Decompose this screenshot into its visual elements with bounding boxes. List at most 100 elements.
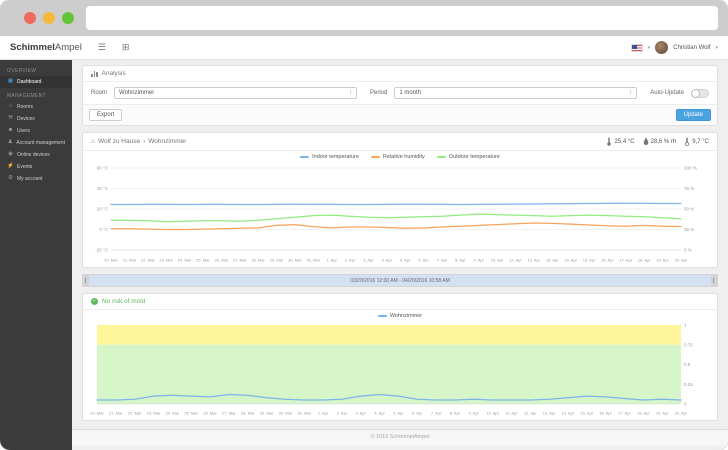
svg-text:-20 °C: -20 °C (95, 248, 109, 253)
svg-text:60 °C: 60 °C (97, 166, 109, 171)
svg-text:5. Apr: 5. Apr (393, 411, 404, 416)
legend-label: Outdoor temperature (448, 154, 500, 160)
sidebar-item-label: Account management (16, 140, 65, 146)
sidebar-item-rooms[interactable]: ⌂ Rooms (0, 101, 72, 113)
period-select[interactable]: 1 month ↕ (394, 87, 638, 99)
check-circle-icon: ✓ (91, 298, 98, 305)
auto-update-label: Auto-Update (650, 90, 684, 96)
sidebar-item-dashboard[interactable]: ▦ Dashboard (0, 76, 72, 88)
sidebar-item-label: Events (17, 164, 33, 170)
legend-label: Wohnzimmer (389, 313, 423, 319)
sidebar-section-label: MANAGEMENT (7, 93, 46, 99)
current-readings: 25,4 °C 28,6 % rh 9,7 °C (606, 137, 709, 146)
indoor-temp-stat: 25,4 °C (606, 137, 635, 146)
chart-canvas: 1 0.75 0.5 0.25 0 20. Mar 21. Mar 22. Mar 23. Ma… (90, 323, 693, 416)
svg-text:2. Apr: 2. Apr (337, 411, 348, 416)
legend-label: Relative humidity (382, 154, 425, 160)
legend-swatch (370, 156, 380, 158)
sidebar-item-label: My account (17, 176, 43, 182)
legend-swatch (436, 156, 446, 158)
apps-grid-icon[interactable]: ⊞ (122, 43, 130, 52)
svg-text:22. Mar: 22. Mar (141, 258, 155, 263)
sidebar-item-my-account[interactable]: ⚙ My account (0, 173, 72, 185)
sidebar-item-devices[interactable]: ⚒ Devices (0, 113, 72, 125)
export-button[interactable]: Export (89, 109, 123, 121)
svg-text:20. Apr: 20. Apr (675, 258, 688, 263)
legend-item[interactable]: Relative humidity (370, 154, 425, 160)
menu-toggle-icon[interactable]: ☰ (98, 43, 106, 52)
mold-panel-header: ✓ No risk of mold (83, 294, 717, 310)
select-stepper-icon: ↕ (348, 90, 352, 96)
close-window-button[interactable] (24, 12, 36, 24)
sidebar-item-users[interactable]: ☻ Users (0, 125, 72, 137)
svg-text:16. Apr: 16. Apr (599, 411, 612, 416)
auto-update-toggle[interactable] (691, 88, 709, 98)
svg-text:18. Apr: 18. Apr (637, 411, 650, 416)
indoor-temp-value: 25,4 °C (614, 138, 635, 145)
svg-text:16. Apr: 16. Apr (601, 258, 614, 263)
svg-text:2. Apr: 2. Apr (345, 258, 356, 263)
indoor-thermometer-icon (607, 137, 612, 146)
svg-text:75 %: 75 % (684, 186, 694, 191)
user-menu[interactable]: Christian Wolf (673, 45, 710, 51)
user-caret-icon[interactable]: ▾ (715, 45, 718, 51)
update-button[interactable]: Update (675, 109, 711, 121)
minimize-window-button[interactable] (43, 12, 55, 24)
analysis-title: Analysis (101, 70, 126, 77)
svg-text:17. Apr: 17. Apr (618, 411, 631, 416)
measurement-chart-panel: ⌂ Wolf zu Hause › Wohnzimmer 25,4 °C 28,… (82, 132, 718, 268)
humidity-stat: 28,6 % rh (643, 137, 676, 146)
brand-logo[interactable]: SchimmelAmpel (10, 42, 82, 53)
svg-text:26. Mar: 26. Mar (203, 411, 217, 416)
user-avatar[interactable] (655, 41, 669, 54)
legend-item[interactable]: Outdoor temperature (436, 154, 500, 160)
svg-text:20. Mar: 20. Mar (90, 411, 104, 416)
svg-text:1: 1 (684, 323, 687, 328)
sidebar-item-events[interactable]: ⚡ Events (0, 161, 72, 173)
breadcrumb-home[interactable]: Wolf zu Hause (98, 138, 140, 145)
sidebar-item-account-management[interactable]: ♟ Account management (0, 137, 72, 149)
svg-text:0 °C: 0 °C (99, 227, 109, 232)
svg-text:29. Mar: 29. Mar (260, 411, 274, 416)
svg-text:4. Apr: 4. Apr (374, 411, 385, 416)
sidebar-item-online-devices[interactable]: ◉ Online devices (0, 149, 72, 161)
browser-chrome (0, 0, 728, 36)
topbar-right: ▾ Christian Wolf ▾ (630, 41, 718, 54)
legend-item[interactable]: Indoor temperature (300, 154, 359, 160)
zoom-window-button[interactable] (62, 12, 74, 24)
page-footer: © 2015 SchimmelAmpel (72, 429, 728, 446)
address-bar[interactable] (86, 6, 718, 30)
room-label: Room (91, 90, 108, 96)
analysis-controls: Room Wohnzimmer ↕ Period 1 month ↕ Auto-… (83, 82, 717, 104)
navigator-left-handle[interactable] (83, 275, 89, 286)
sidebar-section-label: OVERVIEW (7, 68, 37, 74)
language-caret-icon[interactable]: ▾ (648, 45, 651, 51)
svg-text:19. Apr: 19. Apr (656, 411, 669, 416)
svg-text:3. Apr: 3. Apr (363, 258, 374, 263)
events-icon: ⚡ (7, 163, 14, 170)
period-label: Period (369, 90, 388, 96)
rooms-icon: ⌂ (8, 103, 13, 110)
time-range-navigator: 03/20/2016 12:00 AM - 04/20/2016 10:58 A… (82, 274, 718, 287)
language-flag-icon[interactable] (630, 43, 643, 52)
svg-text:25. Mar: 25. Mar (184, 411, 198, 416)
svg-text:27. Mar: 27. Mar (222, 411, 236, 416)
navigator-selected-range[interactable]: 03/20/2016 12:00 AM - 04/20/2016 10:58 A… (89, 275, 711, 286)
svg-text:30. Mar: 30. Mar (288, 258, 302, 263)
svg-text:20 °C: 20 °C (97, 207, 109, 212)
svg-text:20. Apr: 20. Apr (675, 411, 688, 416)
devices-icon: ⚒ (8, 115, 13, 122)
browser-window: SchimmelAmpel ☰ ⊞ ▾ Christian Wolf ▾ OVE… (0, 0, 728, 450)
navigator-right-handle[interactable] (711, 275, 717, 286)
svg-text:19. Apr: 19. Apr (656, 258, 669, 263)
dashboard-icon: ▦ (7, 78, 14, 85)
sidebar-item-label: Devices (17, 116, 35, 122)
svg-text:6. Apr: 6. Apr (418, 258, 429, 263)
breadcrumb-room[interactable]: Wohnzimmer (148, 138, 186, 145)
room-select[interactable]: Wohnzimmer ↕ (114, 87, 357, 99)
svg-text:17. Apr: 17. Apr (619, 258, 632, 263)
brand-light: Ampel (54, 42, 82, 53)
svg-text:23. Mar: 23. Mar (159, 258, 173, 263)
svg-text:1. Apr: 1. Apr (326, 258, 337, 263)
legend-item[interactable]: Wohnzimmer (377, 313, 423, 319)
